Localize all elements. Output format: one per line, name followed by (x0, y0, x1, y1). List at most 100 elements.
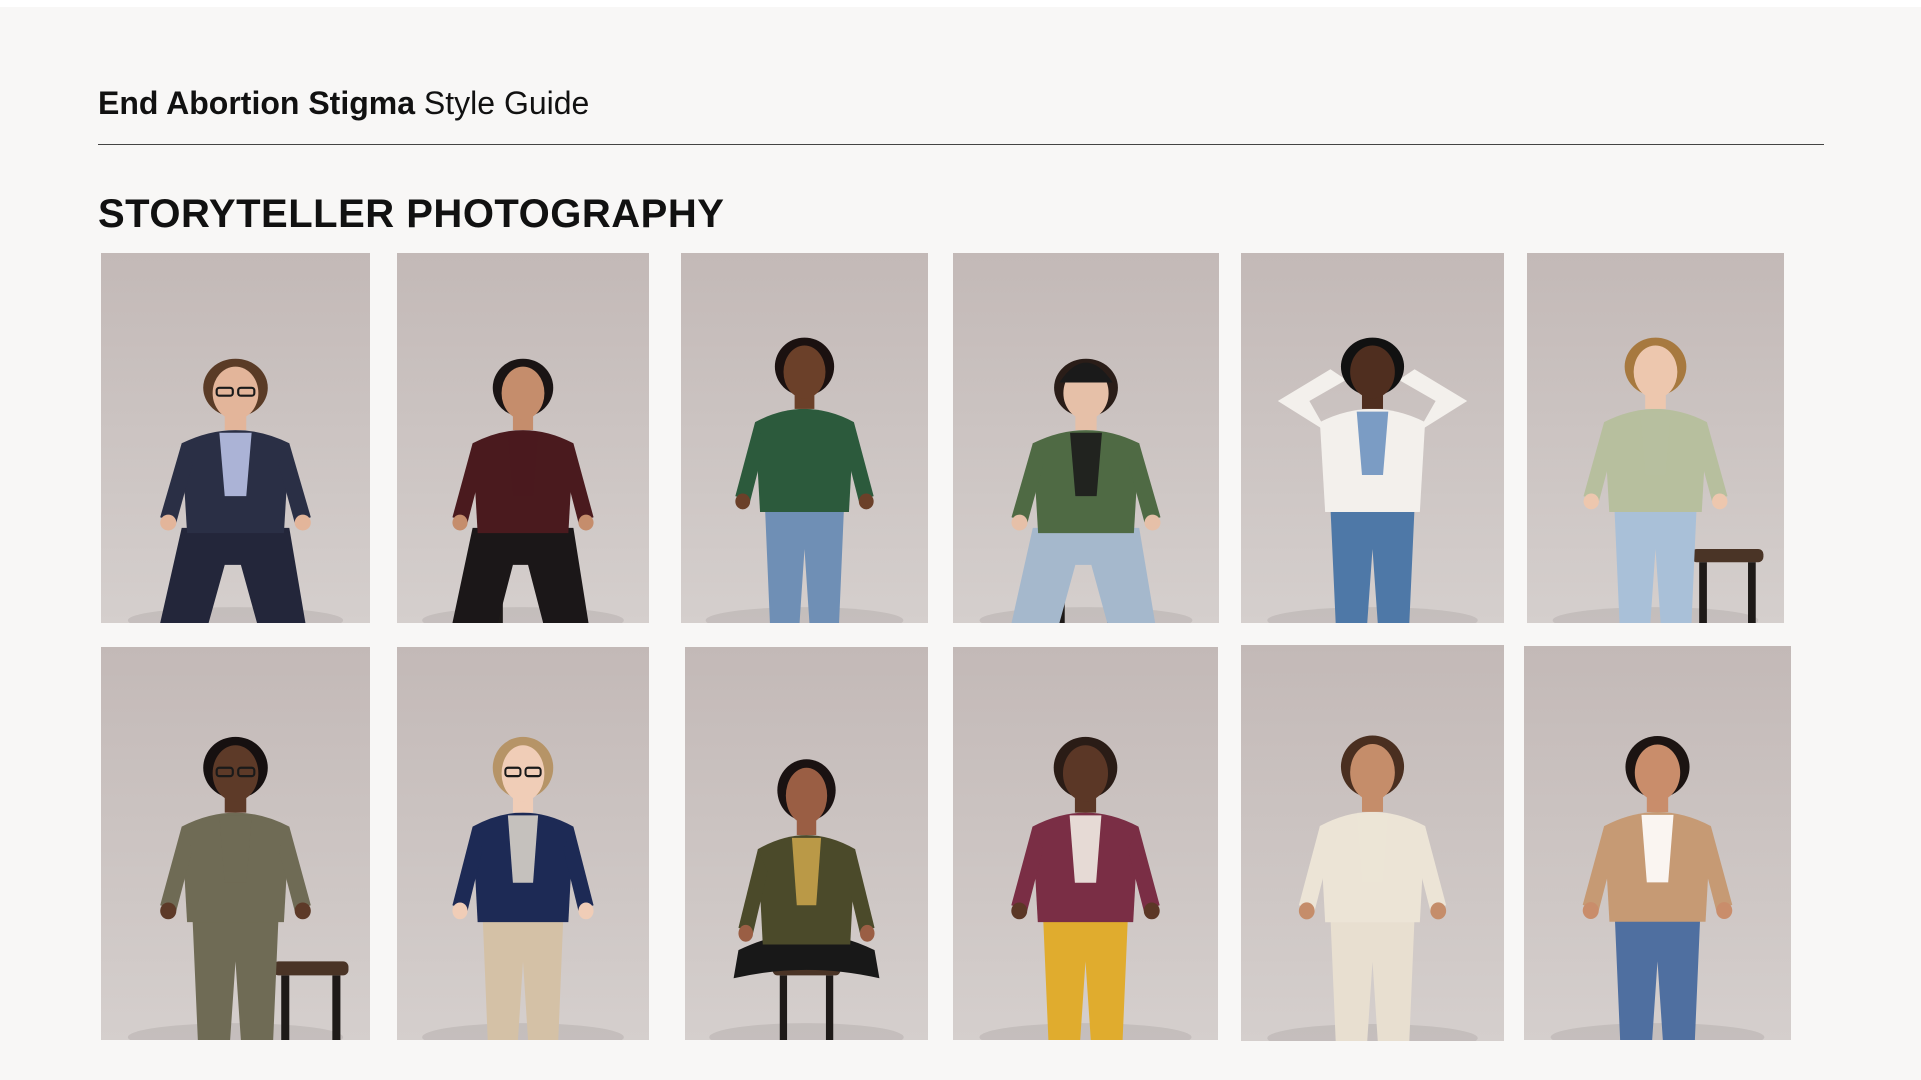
legs (482, 916, 564, 1040)
hand (1298, 902, 1315, 920)
face (1350, 345, 1395, 399)
hand (160, 514, 177, 531)
portrait-illustration (979, 358, 1193, 623)
portrait-photo (953, 253, 1219, 623)
hand (1582, 902, 1599, 919)
legs (1614, 506, 1697, 623)
hand (1430, 902, 1447, 920)
hand (578, 902, 594, 920)
shirt-accent (219, 432, 252, 497)
stool-leg (1748, 562, 1756, 623)
hand (858, 493, 874, 510)
portrait-photo (685, 647, 928, 1040)
portrait-photo (1241, 645, 1504, 1041)
stool-leg (825, 975, 834, 1040)
floor-shadow (1552, 607, 1759, 623)
floor-shadow (422, 1023, 624, 1040)
hand (1011, 902, 1028, 920)
hand (1144, 514, 1161, 531)
floor-shadow (1267, 607, 1478, 623)
legs (1043, 916, 1128, 1040)
stool-seat (1691, 549, 1764, 563)
portrait-photo (681, 253, 928, 623)
portrait-photo (101, 647, 370, 1040)
stool-leg (779, 975, 788, 1040)
hand (1143, 902, 1160, 920)
guide-header: End Abortion Stigma Style Guide (98, 83, 589, 123)
face (785, 767, 828, 824)
portrait-illustration (979, 736, 1192, 1040)
portrait-illustration (1267, 735, 1478, 1041)
shirt-accent (1641, 814, 1674, 883)
face (1062, 745, 1109, 802)
stool-leg (332, 975, 341, 1040)
face (212, 745, 259, 802)
legs (192, 916, 279, 1040)
portrait-photo (397, 253, 649, 623)
portrait-illustration (127, 736, 349, 1040)
shirt-accent (507, 815, 539, 883)
floor-shadow (422, 607, 624, 623)
header-divider (98, 144, 1824, 145)
shirt-accent (789, 411, 820, 475)
portrait-photo (1241, 253, 1504, 623)
shirt-accent (507, 432, 539, 497)
floor-shadow (127, 607, 344, 623)
stool-leg (281, 975, 290, 1040)
hand (452, 514, 468, 531)
section-title: STORYTELLER PHOTOGRAPHY (98, 192, 725, 236)
floor-shadow (709, 1023, 904, 1040)
floor-shadow (1267, 1024, 1478, 1041)
floor-shadow (979, 607, 1193, 623)
hand (1716, 902, 1733, 919)
floor-shadow (127, 1023, 344, 1040)
hand (452, 902, 468, 920)
legs (1614, 916, 1701, 1040)
legs (1330, 506, 1415, 623)
shirt-accent (791, 837, 822, 906)
hand (160, 902, 177, 920)
hand (859, 924, 875, 942)
floor-shadow (979, 1023, 1192, 1040)
portrait-illustration (709, 759, 904, 1040)
portrait-illustration (1552, 337, 1764, 623)
face (1634, 744, 1681, 801)
hand (735, 493, 751, 510)
floor-shadow (705, 607, 904, 623)
portrait-photo (1524, 646, 1791, 1040)
shirt-accent (1640, 411, 1671, 475)
portrait-illustration (705, 337, 904, 623)
shirt-accent (1070, 432, 1102, 497)
portrait-illustration (1267, 337, 1478, 623)
face (501, 366, 545, 420)
shirt-accent (1069, 815, 1102, 883)
portrait-illustration (1550, 736, 1765, 1040)
hand (1011, 514, 1028, 531)
portrait-illustration (422, 736, 624, 1040)
face (783, 345, 826, 399)
hand (294, 902, 311, 920)
hand (1583, 493, 1599, 510)
legs (764, 506, 845, 623)
face (212, 366, 259, 420)
portrait-illustration (127, 358, 344, 623)
portrait-photo (101, 253, 370, 623)
face (1350, 744, 1395, 801)
hand (1712, 493, 1728, 510)
hand (738, 924, 754, 942)
slide: End Abortion Stigma Style Guide STORYTEL… (0, 7, 1921, 1080)
stool-leg (1699, 562, 1707, 623)
face (501, 745, 545, 802)
hand (294, 514, 311, 531)
shirt-accent (1356, 411, 1389, 475)
stool-seat (273, 961, 349, 976)
portrait-photo (397, 647, 649, 1040)
brand-name: End Abortion Stigma (98, 85, 416, 121)
guide-subtitle: Style Guide (423, 85, 590, 121)
hand (578, 514, 594, 531)
floor-shadow (1550, 1023, 1765, 1040)
face (1633, 345, 1678, 399)
portrait-illustration (422, 358, 624, 623)
shirt-accent (219, 815, 252, 883)
portrait-photo (953, 647, 1218, 1040)
